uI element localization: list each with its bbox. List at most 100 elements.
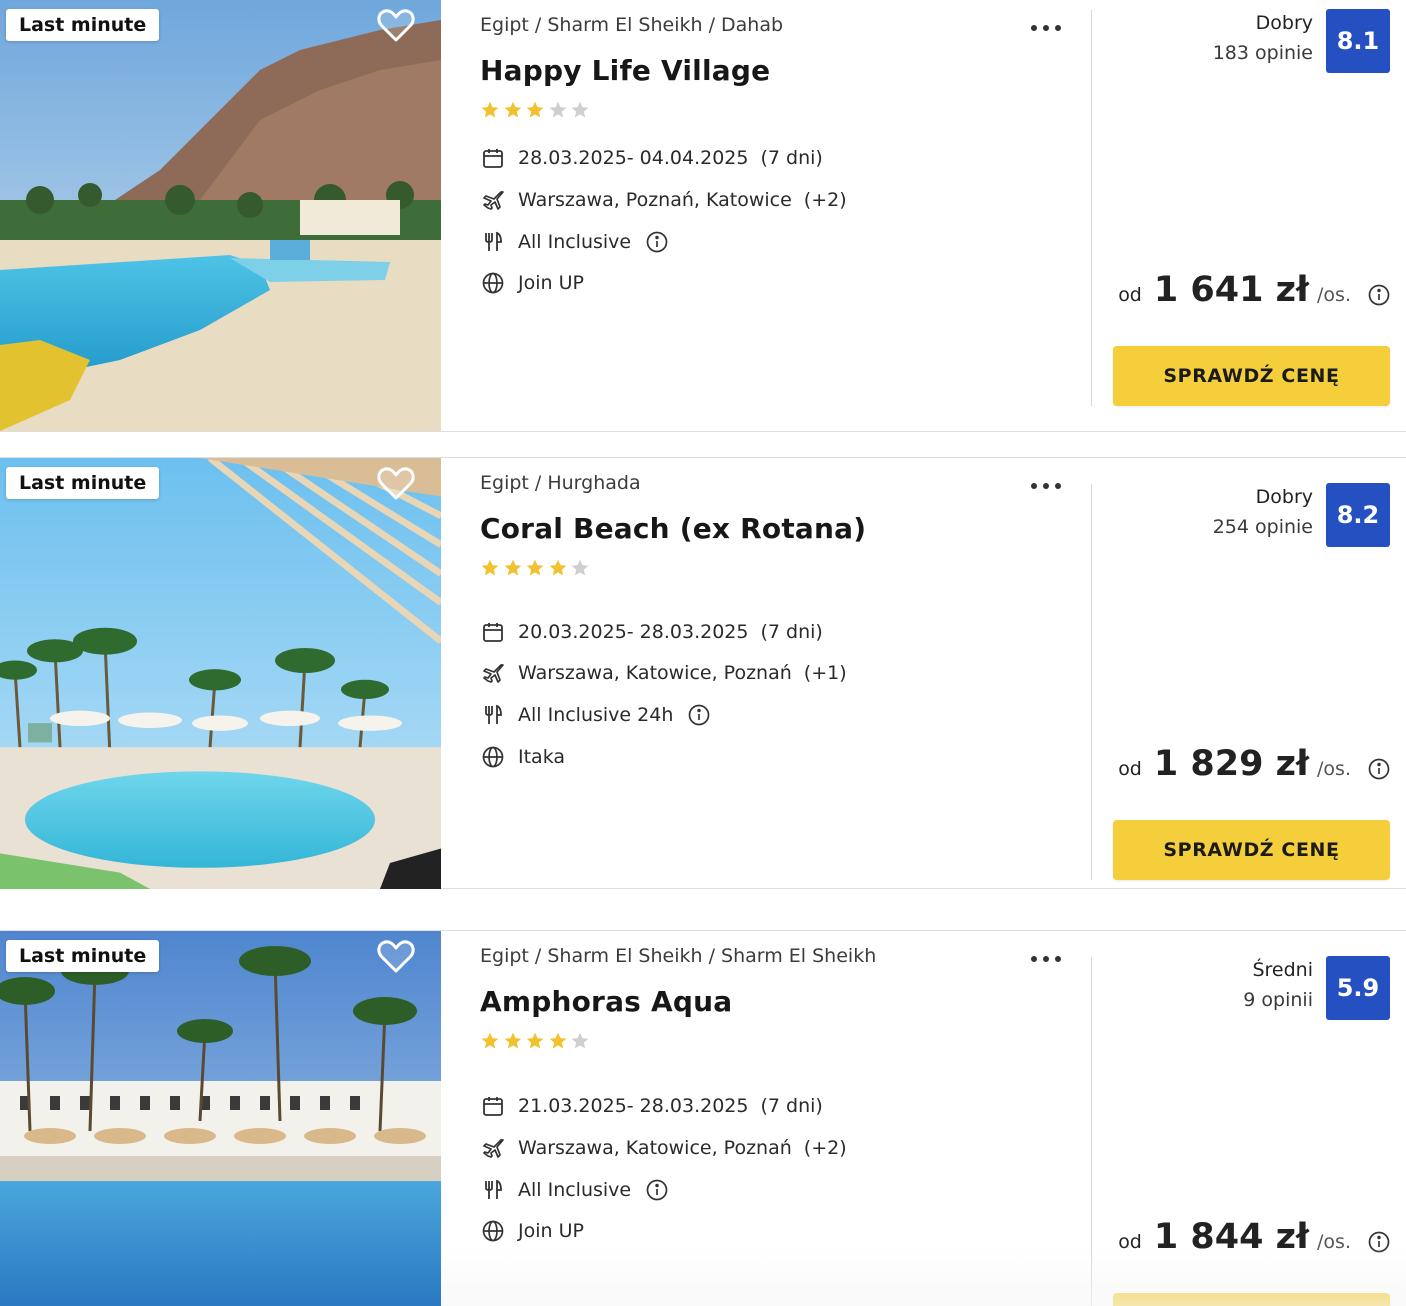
check-price-button[interactable]: SPRAWDŹ CENĘ	[1113, 346, 1390, 406]
offer-operator: Join UP	[518, 1220, 584, 1242]
hotel-photo-image	[0, 458, 441, 889]
star-filled-icon	[503, 558, 525, 580]
globe-icon	[480, 744, 506, 770]
more-dots-icon[interactable]	[1028, 472, 1064, 500]
plane-icon	[480, 660, 506, 686]
offer-card[interactable]: Last minute Egipt / Sharm El Sheikh / Da…	[0, 0, 1406, 432]
offer-departures-more[interactable]: (+2)	[804, 1137, 847, 1159]
hotel-title[interactable]: Happy Life Village	[480, 54, 770, 87]
rating-score-badge: 8.1	[1326, 9, 1390, 73]
card-divider	[1091, 10, 1092, 406]
offer-info: Egipt / Sharm El Sheikh / Sharm El Sheik…	[480, 931, 1080, 1306]
info-icon[interactable]	[645, 1178, 669, 1202]
hotel-photo[interactable]	[0, 458, 441, 889]
offer-dates: 20.03.2025- 28.03.2025	[518, 621, 749, 643]
price-suffix: /os.	[1317, 1231, 1351, 1253]
operator-row: Join UP	[480, 268, 584, 298]
hotel-photo[interactable]	[0, 931, 441, 1306]
more-dots-icon[interactable]	[1028, 14, 1064, 42]
offer-board: All Inclusive 24h	[518, 704, 674, 726]
offer-location[interactable]: Egipt / Sharm El Sheikh / Sharm El Sheik…	[480, 945, 876, 967]
offer-location[interactable]: Egipt / Sharm El Sheikh / Dahab	[480, 14, 783, 36]
more-dots-icon[interactable]	[1028, 945, 1064, 973]
calendar-icon	[480, 619, 506, 645]
check-price-button[interactable]	[1113, 1293, 1390, 1306]
cutlery-icon	[480, 702, 506, 728]
dates-row: 21.03.2025- 28.03.2025 (7 dni)	[480, 1091, 823, 1121]
plane-icon	[480, 187, 506, 213]
info-icon[interactable]	[687, 703, 711, 727]
star-rating	[480, 558, 593, 580]
favorite-heart-icon[interactable]	[376, 938, 416, 974]
star-filled-icon	[480, 1031, 502, 1053]
operator-row: Itaka	[480, 742, 565, 772]
price-suffix: /os.	[1317, 758, 1351, 780]
plane-icon	[480, 1135, 506, 1161]
rating-score-badge: 5.9	[1326, 956, 1390, 1020]
card-divider	[1091, 957, 1092, 1306]
board-row: All Inclusive	[480, 227, 669, 257]
offer-departures-more[interactable]: (+2)	[804, 189, 847, 211]
departures-row: Warszawa, Katowice, Poznań (+2)	[480, 1133, 847, 1163]
price-info-icon[interactable]	[1367, 283, 1391, 307]
offer-card[interactable]: Last minute Egipt / Sharm El Sheikh / Sh…	[0, 930, 1406, 1306]
rating-count[interactable]: 9 opinii	[1243, 989, 1313, 1011]
offer-card[interactable]: Last minute Egipt / Hurghada Coral Beach…	[0, 457, 1406, 889]
offer-duration: (7 dni)	[760, 621, 823, 643]
last-minute-badge: Last minute	[6, 9, 160, 41]
offer-operator: Join UP	[518, 272, 584, 294]
rating-count[interactable]: 254 opinie	[1213, 516, 1313, 538]
globe-icon	[480, 1218, 506, 1244]
offer-board: All Inclusive	[518, 231, 632, 253]
hotel-title[interactable]: Amphoras Aqua	[480, 985, 732, 1018]
departures-row: Warszawa, Poznań, Katowice (+2)	[480, 185, 847, 215]
offer-duration: (7 dni)	[760, 1095, 823, 1117]
info-icon[interactable]	[645, 230, 669, 254]
offer-departures-more[interactable]: (+1)	[804, 662, 847, 684]
operator-row: Join UP	[480, 1216, 584, 1246]
offer-departures: Warszawa, Katowice, Poznań	[518, 662, 792, 684]
price-prefix: od	[1118, 758, 1142, 780]
hotel-photo[interactable]	[0, 0, 441, 431]
calendar-icon	[480, 145, 506, 171]
price-info-icon[interactable]	[1367, 1230, 1391, 1254]
star-filled-icon	[503, 1031, 525, 1053]
star-empty-icon	[548, 100, 570, 122]
price-block: od 1 844 zł /os.	[1118, 1217, 1391, 1265]
star-empty-icon	[570, 558, 592, 580]
offer-location[interactable]: Egipt / Hurghada	[480, 472, 641, 494]
dates-row: 28.03.2025- 04.04.2025 (7 dni)	[480, 143, 823, 173]
rating-count[interactable]: 183 opinie	[1213, 42, 1313, 64]
hotel-photo-image	[0, 931, 441, 1306]
star-rating	[480, 100, 593, 122]
star-filled-icon	[525, 558, 547, 580]
favorite-heart-icon[interactable]	[376, 7, 416, 43]
rating-label: Średni	[1252, 959, 1313, 981]
price-amount: 1 641 zł	[1153, 270, 1310, 310]
favorite-heart-icon[interactable]	[376, 465, 416, 501]
star-empty-icon	[570, 100, 592, 122]
last-minute-badge: Last minute	[6, 940, 160, 972]
last-minute-badge: Last minute	[6, 467, 160, 499]
hotel-title[interactable]: Coral Beach (ex Rotana)	[480, 512, 866, 545]
calendar-icon	[480, 1093, 506, 1119]
star-filled-icon	[525, 1031, 547, 1053]
cutlery-icon	[480, 229, 506, 255]
offer-info: Egipt / Sharm El Sheikh / Dahab Happy Li…	[480, 0, 1080, 431]
board-row: All Inclusive	[480, 1175, 669, 1205]
price-amount: 1 829 zł	[1153, 744, 1310, 784]
price-info-icon[interactable]	[1367, 757, 1391, 781]
offer-operator: Itaka	[518, 746, 566, 768]
price-block: od 1 829 zł /os.	[1118, 744, 1391, 792]
check-price-button[interactable]: SPRAWDŹ CENĘ	[1113, 820, 1390, 880]
offer-dates: 28.03.2025- 04.04.2025	[518, 147, 749, 169]
offer-duration: (7 dni)	[760, 147, 823, 169]
star-rating	[480, 1031, 593, 1053]
star-empty-icon	[570, 1031, 592, 1053]
dates-row: 20.03.2025- 28.03.2025 (7 dni)	[480, 617, 823, 647]
price-block: od 1 641 zł /os.	[1118, 270, 1391, 318]
rating-label: Dobry	[1255, 486, 1313, 508]
rating-score-badge: 8.2	[1326, 483, 1390, 547]
hotel-photo-image	[0, 0, 441, 431]
price-prefix: od	[1118, 284, 1142, 306]
